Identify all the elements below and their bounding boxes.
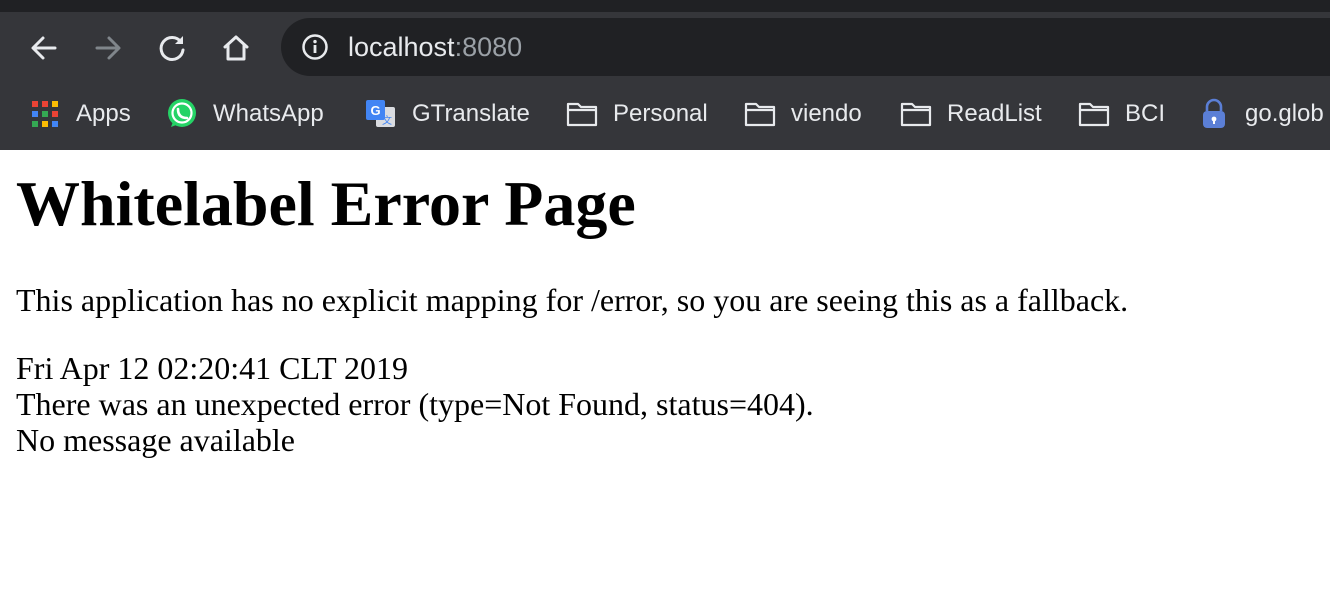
reload-icon — [159, 35, 185, 61]
bookmark-label: BCI — [1125, 100, 1166, 127]
arrow-right-icon — [95, 36, 121, 60]
browser-toolbar: localhost:8080 — [0, 12, 1330, 86]
folder-icon — [899, 97, 933, 131]
error-description: This application has no explicit mapping… — [16, 282, 1129, 318]
bookmark-label: GTranslate — [412, 100, 530, 127]
whatsapp-icon — [165, 97, 199, 131]
page-title: Whitelabel Error Page — [16, 168, 636, 239]
home-button[interactable] — [214, 26, 258, 70]
back-button[interactable] — [22, 26, 66, 70]
bookmark-viendo[interactable]: viendo — [743, 96, 862, 132]
arrow-left-icon — [31, 36, 57, 60]
browser-chrome: localhost:8080 Apps WhatsApp G 文 GTransl… — [0, 0, 1330, 150]
bookmark-label: Apps — [76, 100, 131, 127]
home-icon — [223, 35, 249, 61]
bookmark-label: ReadList — [947, 100, 1042, 127]
error-status-line: There was an unexpected error (type=Not … — [16, 386, 814, 422]
lock-icon — [1197, 97, 1231, 131]
folder-icon — [565, 97, 599, 131]
url-host: localhost — [348, 32, 455, 62]
bookmark-apps[interactable]: Apps — [28, 96, 131, 132]
svg-text:文: 文 — [382, 114, 392, 127]
error-details: Fri Apr 12 02:20:41 CLT 2019 There was a… — [16, 350, 814, 458]
bookmark-label: viendo — [791, 100, 862, 127]
url-port: :8080 — [454, 32, 523, 62]
bookmark-label: WhatsApp — [213, 100, 324, 127]
reload-button[interactable] — [150, 26, 194, 70]
error-timestamp: Fri Apr 12 02:20:41 CLT 2019 — [16, 350, 409, 386]
apps-grid-icon — [28, 97, 62, 131]
bookmark-label: go.glob — [1245, 100, 1324, 127]
bookmark-goglob[interactable]: go.glob — [1197, 96, 1324, 132]
page-content: Whitelabel Error Page This application h… — [0, 150, 1330, 608]
bookmark-bci[interactable]: BCI — [1077, 96, 1165, 132]
bookmark-label: Personal — [613, 100, 708, 127]
google-translate-icon: G 文 — [364, 97, 398, 131]
info-icon[interactable] — [301, 33, 329, 61]
error-message: No message available — [16, 422, 295, 458]
folder-icon — [1077, 97, 1111, 131]
svg-text:G: G — [370, 103, 380, 118]
bookmark-whatsapp[interactable]: WhatsApp — [165, 96, 324, 132]
folder-icon — [743, 97, 777, 131]
url-text[interactable]: localhost:8080 — [348, 31, 522, 63]
tab-strip — [0, 0, 1330, 12]
bookmark-readlist[interactable]: ReadList — [899, 96, 1042, 132]
bookmark-personal[interactable]: Personal — [565, 96, 708, 132]
bookmark-gtranslate[interactable]: G 文 GTranslate — [364, 96, 530, 132]
bookmarks-bar: Apps WhatsApp G 文 GTranslate Personal vi… — [0, 86, 1330, 150]
forward-button[interactable] — [86, 26, 130, 70]
address-bar[interactable]: localhost:8080 — [281, 18, 1330, 76]
